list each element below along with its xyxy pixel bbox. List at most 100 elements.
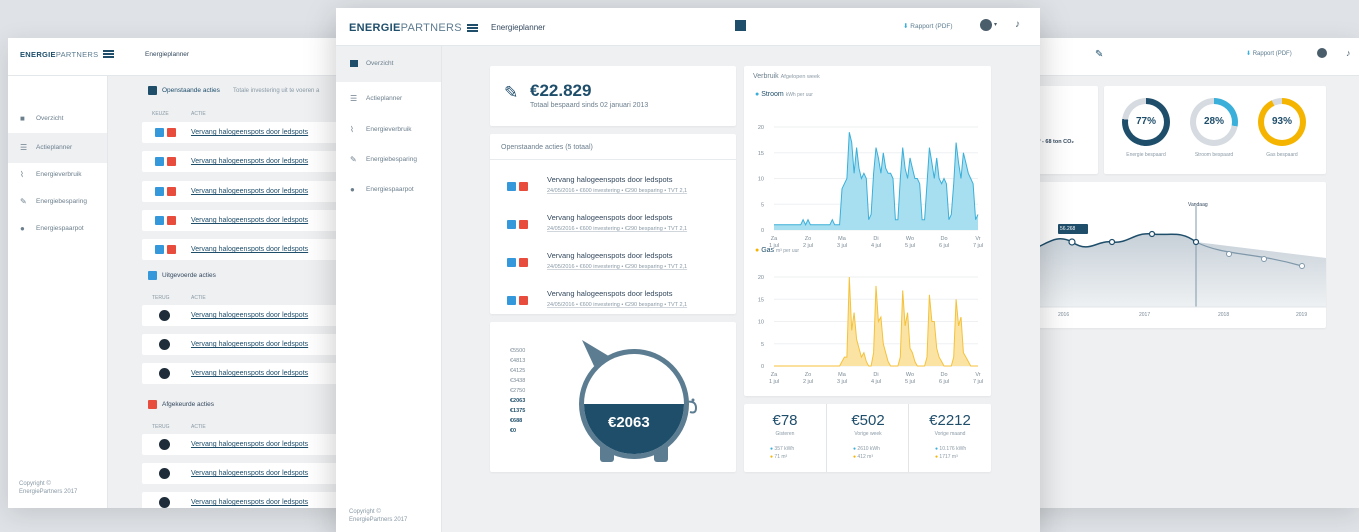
x-tick-date: 2 jul [803, 243, 813, 249]
approve-button[interactable] [155, 128, 164, 137]
brand-logo[interactable]: ENERGIEPARTNERS [20, 50, 115, 59]
action-link[interactable]: Vervang halogeenspots door ledspots [191, 499, 308, 506]
action-link[interactable]: Vervang halogeenspots door ledspots [191, 370, 308, 377]
approve-button[interactable] [507, 220, 516, 229]
square-icon [735, 20, 746, 31]
done-actions-icon [148, 271, 157, 280]
undo-arrow-icon[interactable] [159, 497, 170, 508]
app-title: Energieplanner [491, 23, 546, 32]
reject-button[interactable] [167, 157, 176, 166]
y-tick-label: 20 [758, 125, 764, 131]
action-item[interactable]: Vervang halogeenspots door ledspots 24/05… [490, 284, 736, 318]
approve-button[interactable] [155, 245, 164, 254]
reject-button[interactable] [167, 128, 176, 137]
stat-kwh: ● 10.176 kWh [935, 446, 967, 452]
total-saved-label: Totaal bespaard sinds 02 januari 2013 [530, 102, 649, 109]
y-tick-label: 10 [758, 177, 764, 183]
report-button[interactable]: ⬇ Rapport (PDF) [903, 22, 953, 30]
action-link[interactable]: Vervang halogeenspots door ledspots [191, 129, 308, 136]
reject-button[interactable] [519, 258, 528, 267]
reject-button[interactable] [519, 220, 528, 229]
sidebar-item-energieverbruik[interactable]: ⌇ Energieverbruik [8, 160, 107, 190]
ring-percent: 77% [1128, 104, 1164, 140]
sidebar-item-overzicht[interactable]: ■ Overzicht [8, 104, 107, 134]
action-link[interactable]: Vervang halogeenspots door ledspots [191, 470, 308, 477]
year-tick: 2019 [1296, 312, 1308, 318]
col-actie-2: ACTIE [191, 295, 206, 301]
reject-button[interactable] [167, 216, 176, 225]
action-item[interactable]: Vervang halogeenspots door ledspots 24/05… [490, 170, 736, 204]
grid-icon [350, 60, 358, 67]
col-actie-3: ACTIE [191, 424, 206, 430]
sidebar-item-energieverbruik[interactable]: ⌇ Energieverbruik [336, 115, 441, 145]
action-title[interactable]: Vervang halogeenspots door ledspots [547, 175, 673, 184]
x-tick-day: Vr [975, 236, 980, 242]
action-link[interactable]: Vervang halogeenspots door ledspots [191, 188, 308, 195]
sidebar-item-actieplanner[interactable]: ☰ Actieplanner [336, 84, 441, 114]
reject-button[interactable] [167, 187, 176, 196]
x-tick-date: 5 jul [905, 379, 915, 385]
undo-arrow-icon[interactable] [159, 468, 170, 479]
x-tick-date: 7 jul [973, 379, 983, 385]
stat-m3: ● 71 m³ [770, 454, 788, 460]
leaf-icon: ✎ [1095, 49, 1104, 60]
sidebar-item-energiebesparing[interactable]: ✎ Energiebesparing [8, 187, 107, 217]
action-item[interactable]: Vervang halogeenspots door ledspots 24/05… [490, 246, 736, 280]
action-row: Vervang halogeenspots door ledspots [142, 492, 348, 508]
ring-label: Gas bespaard [1266, 152, 1298, 158]
brand-logo[interactable]: ENERGIEPARTNERS [349, 22, 478, 34]
action-row: Vervang halogeenspots door ledspots [142, 363, 348, 384]
action-title[interactable]: Vervang halogeenspots door ledspots [547, 251, 673, 260]
x-tick-day: Za [771, 236, 778, 242]
open-actions-icon [148, 86, 157, 95]
action-link[interactable]: Vervang halogeenspots door ledspots [191, 312, 308, 319]
undo-arrow-icon[interactable] [159, 368, 170, 379]
action-item[interactable]: Vervang halogeenspots door ledspots 24/05… [490, 208, 736, 242]
action-link[interactable]: Vervang halogeenspots door ledspots [191, 341, 308, 348]
stat-m3: ● 412 m³ [853, 454, 873, 460]
approve-button[interactable] [507, 258, 516, 267]
report-button-right[interactable]: ⬇ Rapport (PDF) [1246, 50, 1292, 57]
x-tick-date: 3 jul [837, 243, 847, 249]
stat-amount: €78 [772, 412, 798, 429]
approve-button[interactable] [507, 296, 516, 305]
bell-icon[interactable]: ♪ [1015, 19, 1020, 30]
reject-button[interactable] [519, 296, 528, 305]
menu-icon[interactable] [103, 50, 115, 58]
x-tick-date: 6 jul [939, 243, 949, 249]
x-tick-day: Zo [805, 236, 811, 242]
action-link[interactable]: Vervang halogeenspots door ledspots [191, 246, 308, 253]
approve-button[interactable] [507, 182, 516, 191]
x-tick-day: Wo [906, 372, 914, 378]
action-link[interactable]: Vervang halogeenspots door ledspots [191, 158, 308, 165]
undo-arrow-icon[interactable] [159, 439, 170, 450]
menu-icon[interactable] [466, 24, 478, 32]
action-link[interactable]: Vervang halogeenspots door ledspots [191, 441, 308, 448]
user-avatar[interactable] [980, 19, 992, 31]
sidebar-item-overzicht[interactable]: Overzicht [336, 46, 441, 82]
chevron-down-icon[interactable]: ▾ [994, 21, 997, 28]
sidebar-item-energiebesparing[interactable]: ✎ Energiebesparing [336, 145, 441, 175]
x-tick-day: Di [873, 372, 878, 378]
action-title[interactable]: Vervang halogeenspots door ledspots [547, 213, 673, 222]
approve-button[interactable] [155, 157, 164, 166]
approve-button[interactable] [155, 216, 164, 225]
action-title[interactable]: Vervang halogeenspots door ledspots [547, 289, 673, 298]
piggy-amount: €2063 [608, 414, 650, 431]
action-link[interactable]: Vervang halogeenspots door ledspots [191, 217, 308, 224]
action-details: 24/05/2016 • €600 investering • €290 bes… [547, 264, 688, 270]
reject-button[interactable] [519, 182, 528, 191]
power-legend: ● Stroom kWh per uur [755, 91, 813, 98]
sidebar-item-energiespaarpot[interactable]: ● Energiespaarpot [8, 214, 107, 244]
undo-arrow-icon[interactable] [159, 339, 170, 350]
sidebar-item-energiespaarpot[interactable]: ● Energiespaarpot [336, 175, 441, 205]
undo-arrow-icon[interactable] [159, 310, 170, 321]
col-terug: TERUG [152, 295, 170, 301]
ring-percent: 93% [1264, 104, 1300, 140]
sidebar-item-actieplanner[interactable]: ☰ Actieplanner [8, 133, 107, 163]
reject-button[interactable] [167, 245, 176, 254]
user-avatar-right[interactable] [1317, 48, 1327, 58]
today-marker: Vandaag [1188, 202, 1208, 208]
approve-button[interactable] [155, 187, 164, 196]
bell-icon[interactable]: ♪ [1346, 48, 1351, 58]
